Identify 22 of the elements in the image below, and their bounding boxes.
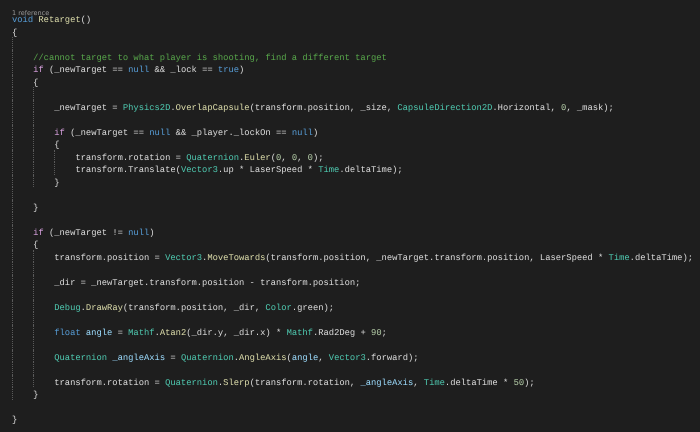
code-line: transform.rotation = Quaternion.Slerp(transform.rotation, _angleAxis, Time.deltaTime * 50);: [53, 376, 535, 389]
code-line: _newTarget = Physics2D.OverlapCapsule(transform.position, _size, CapsuleDirection2D.Horizontal, 0, _mask);: [53, 102, 614, 114]
code-line: {: [32, 239, 38, 252]
code-line: }: [53, 176, 60, 189]
code-line: {: [32, 76, 38, 89]
code-line: }: [32, 202, 38, 214]
code-line: Quaternion _angleAxis = Quaternion.AngleAxis(angle, Vector3.forward);: [53, 352, 419, 364]
code-line: //cannot target to what player is shooting, find a different target: [32, 52, 387, 64]
code-line: }: [32, 389, 38, 402]
code-line: if (_newTarget == null && _lock == true): [32, 64, 244, 76]
code-line: float angle = Mathf.Atan2(_dir.y, _dir.x) * Mathf.Rad2Deg + 90;: [53, 326, 387, 339]
code-line: if (_newTarget == null && _player._lockOn == null): [53, 126, 318, 139]
code-line: Debug.DrawRay(transform.position, _dir, Color.green);: [53, 302, 334, 314]
code-line: {: [53, 139, 60, 152]
code-line: transform.Translate(Vector3.up * LaserSpeed * Time.deltaTime);: [74, 164, 403, 176]
code-line: _dir = _newTarget.transform.position - transform.position;: [53, 276, 360, 289]
code-line: if (_newTarget != null): [32, 226, 155, 239]
code-line: void Retarget(): [12, 15, 92, 26]
code-line: {: [12, 26, 18, 39]
code-line: transform.position = Vector3.MoveTowards(transform.position, _newTarget.transform.position, LaserSpeed * Time.deltaTime);: [53, 252, 694, 264]
code-line: transform.rotation = Quaternion.Euler(0, 0, 0);: [74, 152, 324, 164]
code-line: }: [12, 414, 18, 426]
